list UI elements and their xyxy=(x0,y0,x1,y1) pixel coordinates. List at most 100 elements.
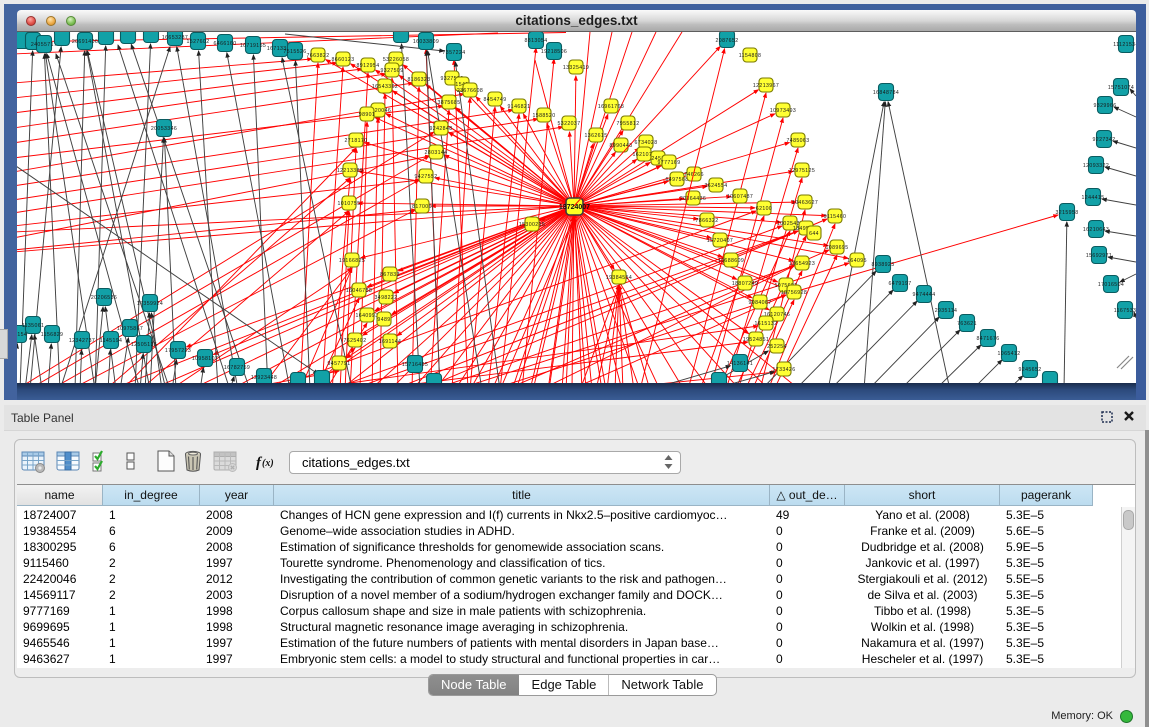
svg-text:16543362: 16543362 xyxy=(372,84,398,90)
svg-text:644: 644 xyxy=(809,231,819,237)
svg-text:12342737: 12342737 xyxy=(69,338,95,344)
svg-text:10973493: 10973493 xyxy=(770,108,796,114)
svg-text:20691406: 20691406 xyxy=(72,39,98,45)
svg-text:9242848: 9242848 xyxy=(430,126,453,132)
svg-text:12093322: 12093322 xyxy=(1083,163,1109,169)
svg-text:14136141: 14136141 xyxy=(727,361,753,367)
svg-text:817006: 817006 xyxy=(412,204,432,210)
svg-text:2935114: 2935114 xyxy=(935,308,958,314)
svg-text:6479197: 6479197 xyxy=(889,281,912,287)
svg-text:1135061: 1135061 xyxy=(22,323,45,329)
svg-text:7866322: 7866322 xyxy=(696,218,719,224)
svg-text:62100: 62100 xyxy=(756,206,772,212)
svg-text:9427552: 9427552 xyxy=(415,174,438,180)
svg-text:98901: 98901 xyxy=(359,112,375,118)
svg-text:23676608: 23676608 xyxy=(457,88,483,94)
svg-text:1089695: 1089695 xyxy=(826,245,849,251)
svg-text:24055717: 24055717 xyxy=(31,42,57,48)
svg-text:10975867: 10975867 xyxy=(117,326,143,332)
svg-text:3624554: 3624554 xyxy=(705,183,728,189)
svg-text:7955812: 7955812 xyxy=(617,121,640,127)
svg-text:10688609: 10688609 xyxy=(718,258,744,264)
svg-text:763621: 763621 xyxy=(957,321,977,327)
svg-text:9146821: 9146821 xyxy=(508,104,531,110)
svg-text:10463627: 10463627 xyxy=(792,200,818,206)
svg-text:15751074: 15751074 xyxy=(1108,85,1134,91)
svg-text:8471676: 8471676 xyxy=(977,336,1000,342)
svg-text:10607487: 10607487 xyxy=(727,194,753,200)
svg-text:1588520: 1588520 xyxy=(533,113,556,119)
svg-text:9457791: 9457791 xyxy=(328,361,351,367)
svg-text:16961768: 16961768 xyxy=(598,104,624,110)
svg-text:164095: 164095 xyxy=(847,258,867,264)
svg-text:2803144: 2803144 xyxy=(425,150,448,156)
svg-text:9084067: 9084067 xyxy=(749,300,772,306)
svg-text:19756928: 19756928 xyxy=(781,290,807,296)
svg-text:19384554: 19384554 xyxy=(606,275,632,281)
svg-text:1615132: 1615132 xyxy=(755,321,778,327)
svg-text:8454749: 8454749 xyxy=(484,97,507,103)
svg-text:1733426: 1733426 xyxy=(773,367,796,373)
svg-text:8938923: 8938923 xyxy=(872,262,895,268)
svg-text:11121534: 11121534 xyxy=(1113,42,1136,48)
svg-text:867833: 867833 xyxy=(380,272,400,278)
svg-text:7357224: 7357224 xyxy=(443,50,466,56)
svg-text:12505135: 12505135 xyxy=(131,342,157,348)
svg-text:8660123: 8660123 xyxy=(332,57,355,63)
svg-text:16653287: 16653287 xyxy=(162,35,188,41)
svg-text:252254: 252254 xyxy=(767,344,787,350)
svg-text:19166825: 19166825 xyxy=(339,258,365,264)
svg-text:16848784: 16848784 xyxy=(873,90,899,96)
svg-text:10719155: 10719155 xyxy=(240,43,266,49)
svg-text:7663822: 7663822 xyxy=(307,53,330,59)
svg-text:12213967: 12213967 xyxy=(753,83,779,89)
svg-text:1362615: 1362615 xyxy=(585,133,608,139)
svg-text:1691144: 1691144 xyxy=(379,339,402,345)
svg-text:1145194: 1145194 xyxy=(100,338,123,344)
svg-text:1167533: 1167533 xyxy=(1114,308,1136,314)
svg-text:3875685: 3875685 xyxy=(438,100,461,106)
svg-text:20053346: 20053346 xyxy=(151,126,177,132)
svg-text:3215958: 3215958 xyxy=(1056,210,1079,216)
svg-text:13654923: 13654923 xyxy=(789,261,815,267)
svg-text:1010755: 1010755 xyxy=(338,201,361,207)
svg-text:1244415: 1244415 xyxy=(1082,195,1105,201)
svg-text:20206536: 20206536 xyxy=(91,295,117,301)
svg-text:9474444: 9474444 xyxy=(913,292,936,298)
svg-text:12975125: 12975125 xyxy=(789,168,815,174)
svg-text:19218506: 19218506 xyxy=(541,49,567,55)
svg-text:6466160: 6466160 xyxy=(214,41,237,47)
svg-text:17016504: 17016504 xyxy=(1098,282,1124,288)
svg-text:1154808: 1154808 xyxy=(739,53,762,59)
svg-text:9245652: 9245652 xyxy=(1019,367,1042,373)
svg-text:16033809: 16033809 xyxy=(413,39,439,45)
svg-text:6734028: 6734028 xyxy=(635,140,658,146)
svg-text:7515526: 7515526 xyxy=(284,49,307,55)
svg-text:16782759: 16782759 xyxy=(224,365,250,371)
svg-text:12213389: 12213389 xyxy=(337,168,363,174)
svg-text:8912954: 8912954 xyxy=(357,63,380,69)
svg-text:8813054: 8813054 xyxy=(525,38,548,44)
svg-text:9327509: 9327509 xyxy=(381,68,404,74)
svg-text:17957223: 17957223 xyxy=(165,348,191,354)
svg-text:9489: 9489 xyxy=(377,317,390,323)
svg-text:7485063: 7485063 xyxy=(787,138,810,144)
svg-text:19524851: 19524851 xyxy=(743,337,769,343)
svg-text:15300215: 15300215 xyxy=(519,222,545,228)
svg-text:17359924: 17359924 xyxy=(137,301,163,307)
svg-text:9329966: 9329966 xyxy=(1094,103,1117,109)
svg-text:20364436: 20364436 xyxy=(680,196,706,202)
svg-text:15716485: 15716485 xyxy=(402,362,428,368)
svg-text:2718170: 2718170 xyxy=(345,138,368,144)
svg-text:1527602: 1527602 xyxy=(187,39,210,45)
svg-text:9115460: 9115460 xyxy=(824,214,847,220)
svg-text:18807249: 18807249 xyxy=(732,281,758,287)
svg-text:7625402: 7625402 xyxy=(344,338,367,344)
svg-text:12923448: 12923448 xyxy=(251,375,277,381)
svg-text:1640993: 1640993 xyxy=(356,313,379,319)
svg-text:1065412: 1065412 xyxy=(998,351,1021,357)
svg-text:13325419: 13325419 xyxy=(563,65,589,71)
svg-text:2087652: 2087652 xyxy=(716,38,739,44)
svg-text:1156829: 1156829 xyxy=(41,332,64,338)
svg-text:15720407: 15720407 xyxy=(707,238,733,244)
